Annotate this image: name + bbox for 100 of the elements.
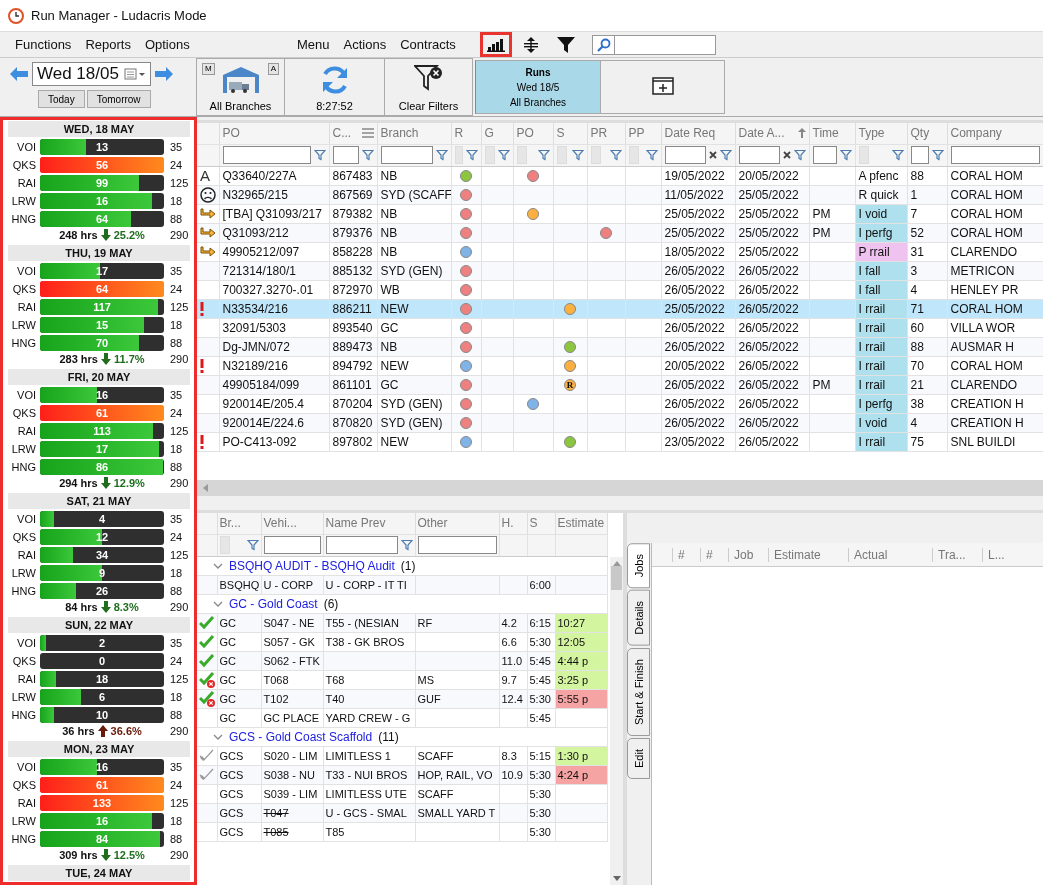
filter-field[interactable]: [325, 536, 398, 554]
filter-toggle[interactable]: [484, 146, 495, 164]
filter-field[interactable]: [812, 146, 837, 164]
table-cell: 26/05/2022: [735, 394, 809, 413]
capacity-value: 18: [169, 815, 184, 827]
filter-field[interactable]: [332, 146, 359, 164]
window-title: Run Manager - Ludacris Mode: [31, 8, 207, 23]
filter-field[interactable]: [417, 536, 497, 554]
day-button[interactable]: Today: [38, 90, 85, 108]
filter-toggle[interactable]: [858, 146, 869, 164]
calendar-dropdown-icon[interactable]: [124, 67, 146, 81]
filter-icon[interactable]: [719, 149, 732, 161]
side-tab[interactable]: Edit: [627, 737, 650, 779]
column-header[interactable]: Estimate: [768, 547, 848, 562]
clear-filters-button[interactable]: Clear Filters: [385, 58, 473, 116]
group-title[interactable]: GCS - Gold Coast Scaffold: [229, 730, 373, 744]
filter-toggle[interactable]: [219, 536, 230, 554]
filter-icon[interactable]: [361, 149, 374, 161]
right-arrow-icon[interactable]: [155, 67, 173, 81]
column-header[interactable]: #: [700, 547, 728, 562]
filter-icon[interactable]: [609, 149, 622, 161]
left-arrow-icon[interactable]: [10, 67, 28, 81]
filter-field[interactable]: [263, 536, 321, 554]
clear-icon[interactable]: [708, 151, 717, 159]
scrollbar[interactable]: [610, 556, 623, 885]
table-cell: GC PLACE: [261, 708, 323, 728]
resource-code: VOI: [16, 637, 37, 649]
day-header: FRI, 20 MAY: [8, 369, 190, 385]
group-title[interactable]: BSQHQ AUDIT - BSQHQ Audit: [229, 558, 395, 573]
filter-icon[interactable]: [891, 149, 904, 161]
column-header[interactable]: #: [672, 547, 700, 562]
menu-item[interactable]: Actions: [336, 34, 394, 55]
table-cell: LIMITLESS 1: [323, 746, 415, 766]
filter-toggle[interactable]: [628, 146, 639, 164]
scrollbar-thumb[interactable]: [611, 565, 622, 590]
chevron-down-icon[interactable]: [213, 734, 223, 740]
sort-up-icon[interactable]: [797, 128, 806, 139]
side-tab[interactable]: Details: [627, 590, 650, 646]
menu-item[interactable]: Options: [137, 34, 197, 55]
filter-toggle[interactable]: [556, 146, 567, 164]
new-window-button[interactable]: [601, 60, 725, 114]
filter-icon[interactable]: [465, 149, 478, 161]
capacity-total: 290: [169, 601, 190, 613]
table-cell: NB: [377, 166, 451, 185]
scrollbar[interactable]: [197, 480, 1043, 496]
percent-change: 12.5%: [113, 849, 145, 861]
filter-icon[interactable]: [497, 149, 510, 161]
day-button[interactable]: Tomorrow: [86, 90, 151, 108]
filter-field[interactable]: [950, 146, 1040, 164]
menu-item[interactable]: Reports: [78, 34, 138, 55]
filter-toggle[interactable]: [454, 146, 463, 164]
filter-field[interactable]: [910, 146, 929, 164]
filter-icon[interactable]: [571, 149, 584, 161]
table-cell: T38 - GK BROS: [323, 632, 415, 652]
table-cell: 897802: [329, 432, 377, 451]
runs-tab[interactable]: Runs Wed 18/5 All Branches: [475, 60, 601, 114]
filter-icon[interactable]: [246, 539, 259, 551]
search-field[interactable]: [592, 34, 716, 55]
date-field[interactable]: Wed 18/05: [32, 62, 151, 86]
column-header[interactable]: L...: [982, 547, 1043, 562]
column-menu-icon[interactable]: [361, 128, 374, 139]
chevron-down-icon[interactable]: [213, 601, 223, 607]
table-cell: 23/05/2022: [661, 432, 735, 451]
table-cell: 20/05/2022: [661, 356, 735, 375]
filter-field[interactable]: [222, 146, 311, 164]
filter-icon[interactable]: [645, 149, 658, 161]
refresh-button[interactable]: 8:27:52: [285, 58, 385, 116]
date-filter-field[interactable]: [738, 146, 780, 164]
filter-toggle[interactable]: [516, 146, 527, 164]
resource-code: QKS: [11, 531, 37, 543]
table-cell: GC: [217, 708, 261, 728]
column-header[interactable]: S: [556, 126, 565, 141]
resource-code: HNG: [10, 709, 37, 721]
chevron-down-icon[interactable]: [213, 562, 223, 569]
side-tab[interactable]: Jobs: [627, 543, 650, 589]
branches-button[interactable]: M A All Branches: [197, 58, 285, 116]
filter-icon[interactable]: [537, 149, 550, 161]
menu-item[interactable]: Menu: [290, 34, 337, 55]
table-cell: SCAFF: [415, 746, 499, 766]
group-title[interactable]: GC - Gold Coast: [229, 597, 318, 611]
side-tab[interactable]: Start & Finish: [627, 647, 650, 736]
table-cell: 5:15: [527, 746, 555, 766]
clear-icon[interactable]: [782, 151, 791, 159]
column-header[interactable]: Actual: [848, 547, 932, 562]
menu-item[interactable]: Contracts: [393, 34, 463, 55]
filter-icon[interactable]: [400, 539, 413, 551]
filter-field[interactable]: [380, 146, 433, 164]
toolbar-button[interactable]: [480, 32, 512, 57]
filter-icon[interactable]: [435, 149, 448, 161]
date-filter-field[interactable]: [664, 146, 706, 164]
menu-item[interactable]: Functions: [8, 34, 79, 55]
capacity-value: 18: [169, 195, 184, 207]
filter-icon[interactable]: [313, 149, 326, 161]
column-header[interactable]: Tra...: [932, 547, 982, 562]
filter-icon[interactable]: [839, 149, 852, 161]
column-header[interactable]: Job: [728, 547, 768, 562]
filter-icon[interactable]: [931, 149, 944, 161]
column-header[interactable]: PO: [222, 126, 240, 141]
filter-icon[interactable]: [793, 149, 806, 161]
filter-toggle[interactable]: [590, 146, 601, 164]
